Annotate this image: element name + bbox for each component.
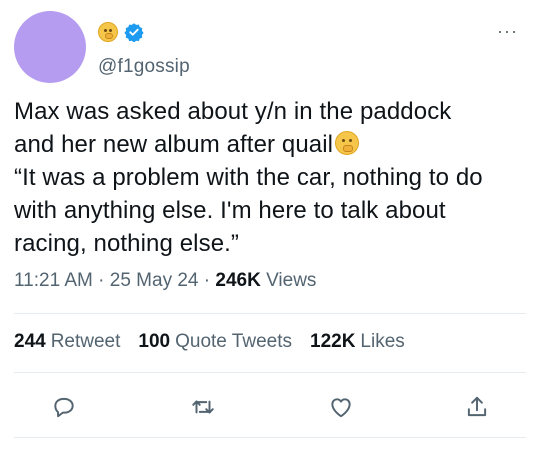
views-label: Views: [260, 270, 317, 291]
more-options-icon[interactable]: ···: [497, 22, 518, 40]
meta-separator: ·: [198, 270, 216, 291]
tweet-line: “It was a problem with the car, nothing …: [14, 164, 483, 191]
tweet-header: @f1gossip ···: [0, 0, 540, 90]
tweet-text: Max was asked about y/n in the paddock a…: [14, 95, 526, 260]
tweet-line: and her new album after quail: [14, 128, 526, 161]
display-name[interactable]: [98, 22, 144, 42]
shushing-face-emoji-icon: [98, 22, 118, 42]
retweets-stat[interactable]: 244 Retweet: [14, 331, 120, 353]
like-button[interactable]: [325, 391, 357, 423]
meta-separator: ·: [92, 270, 110, 291]
verified-badge-icon: [124, 23, 144, 42]
likes-stat[interactable]: 122K Likes: [310, 331, 405, 353]
retweet-button[interactable]: [187, 391, 219, 423]
divider: [14, 437, 526, 438]
share-button[interactable]: [461, 391, 493, 423]
avatar[interactable]: [14, 11, 86, 83]
views-count: 246K: [215, 270, 261, 291]
quote-tweets-stat[interactable]: 100 Quote Tweets: [138, 331, 292, 353]
share-icon: [467, 396, 487, 417]
tweet-date[interactable]: 25 May 24: [110, 270, 199, 291]
tweet-time[interactable]: 11:21 AM: [14, 270, 93, 291]
divider: [14, 372, 526, 373]
action-bar: [0, 385, 540, 429]
reply-button[interactable]: [48, 391, 80, 423]
tweet-line: with anything else. I'm here to talk abo…: [14, 197, 446, 224]
user-handle[interactable]: @f1gossip: [98, 56, 190, 78]
retweet-icon: [192, 400, 214, 414]
tweet-line: racing, nothing else.”: [14, 230, 239, 257]
divider: [14, 313, 526, 314]
tweet-meta: 11:21 AM · 25 May 24 · 246K Views: [14, 270, 316, 292]
tweet-line: Max was asked about y/n in the paddock: [14, 98, 452, 125]
reply-icon: [54, 397, 74, 418]
like-icon: [331, 398, 351, 418]
shushing-face-emoji-icon: [335, 131, 360, 155]
engagement-stats: 244 Retweet 100 Quote Tweets 122K Likes: [14, 331, 405, 353]
